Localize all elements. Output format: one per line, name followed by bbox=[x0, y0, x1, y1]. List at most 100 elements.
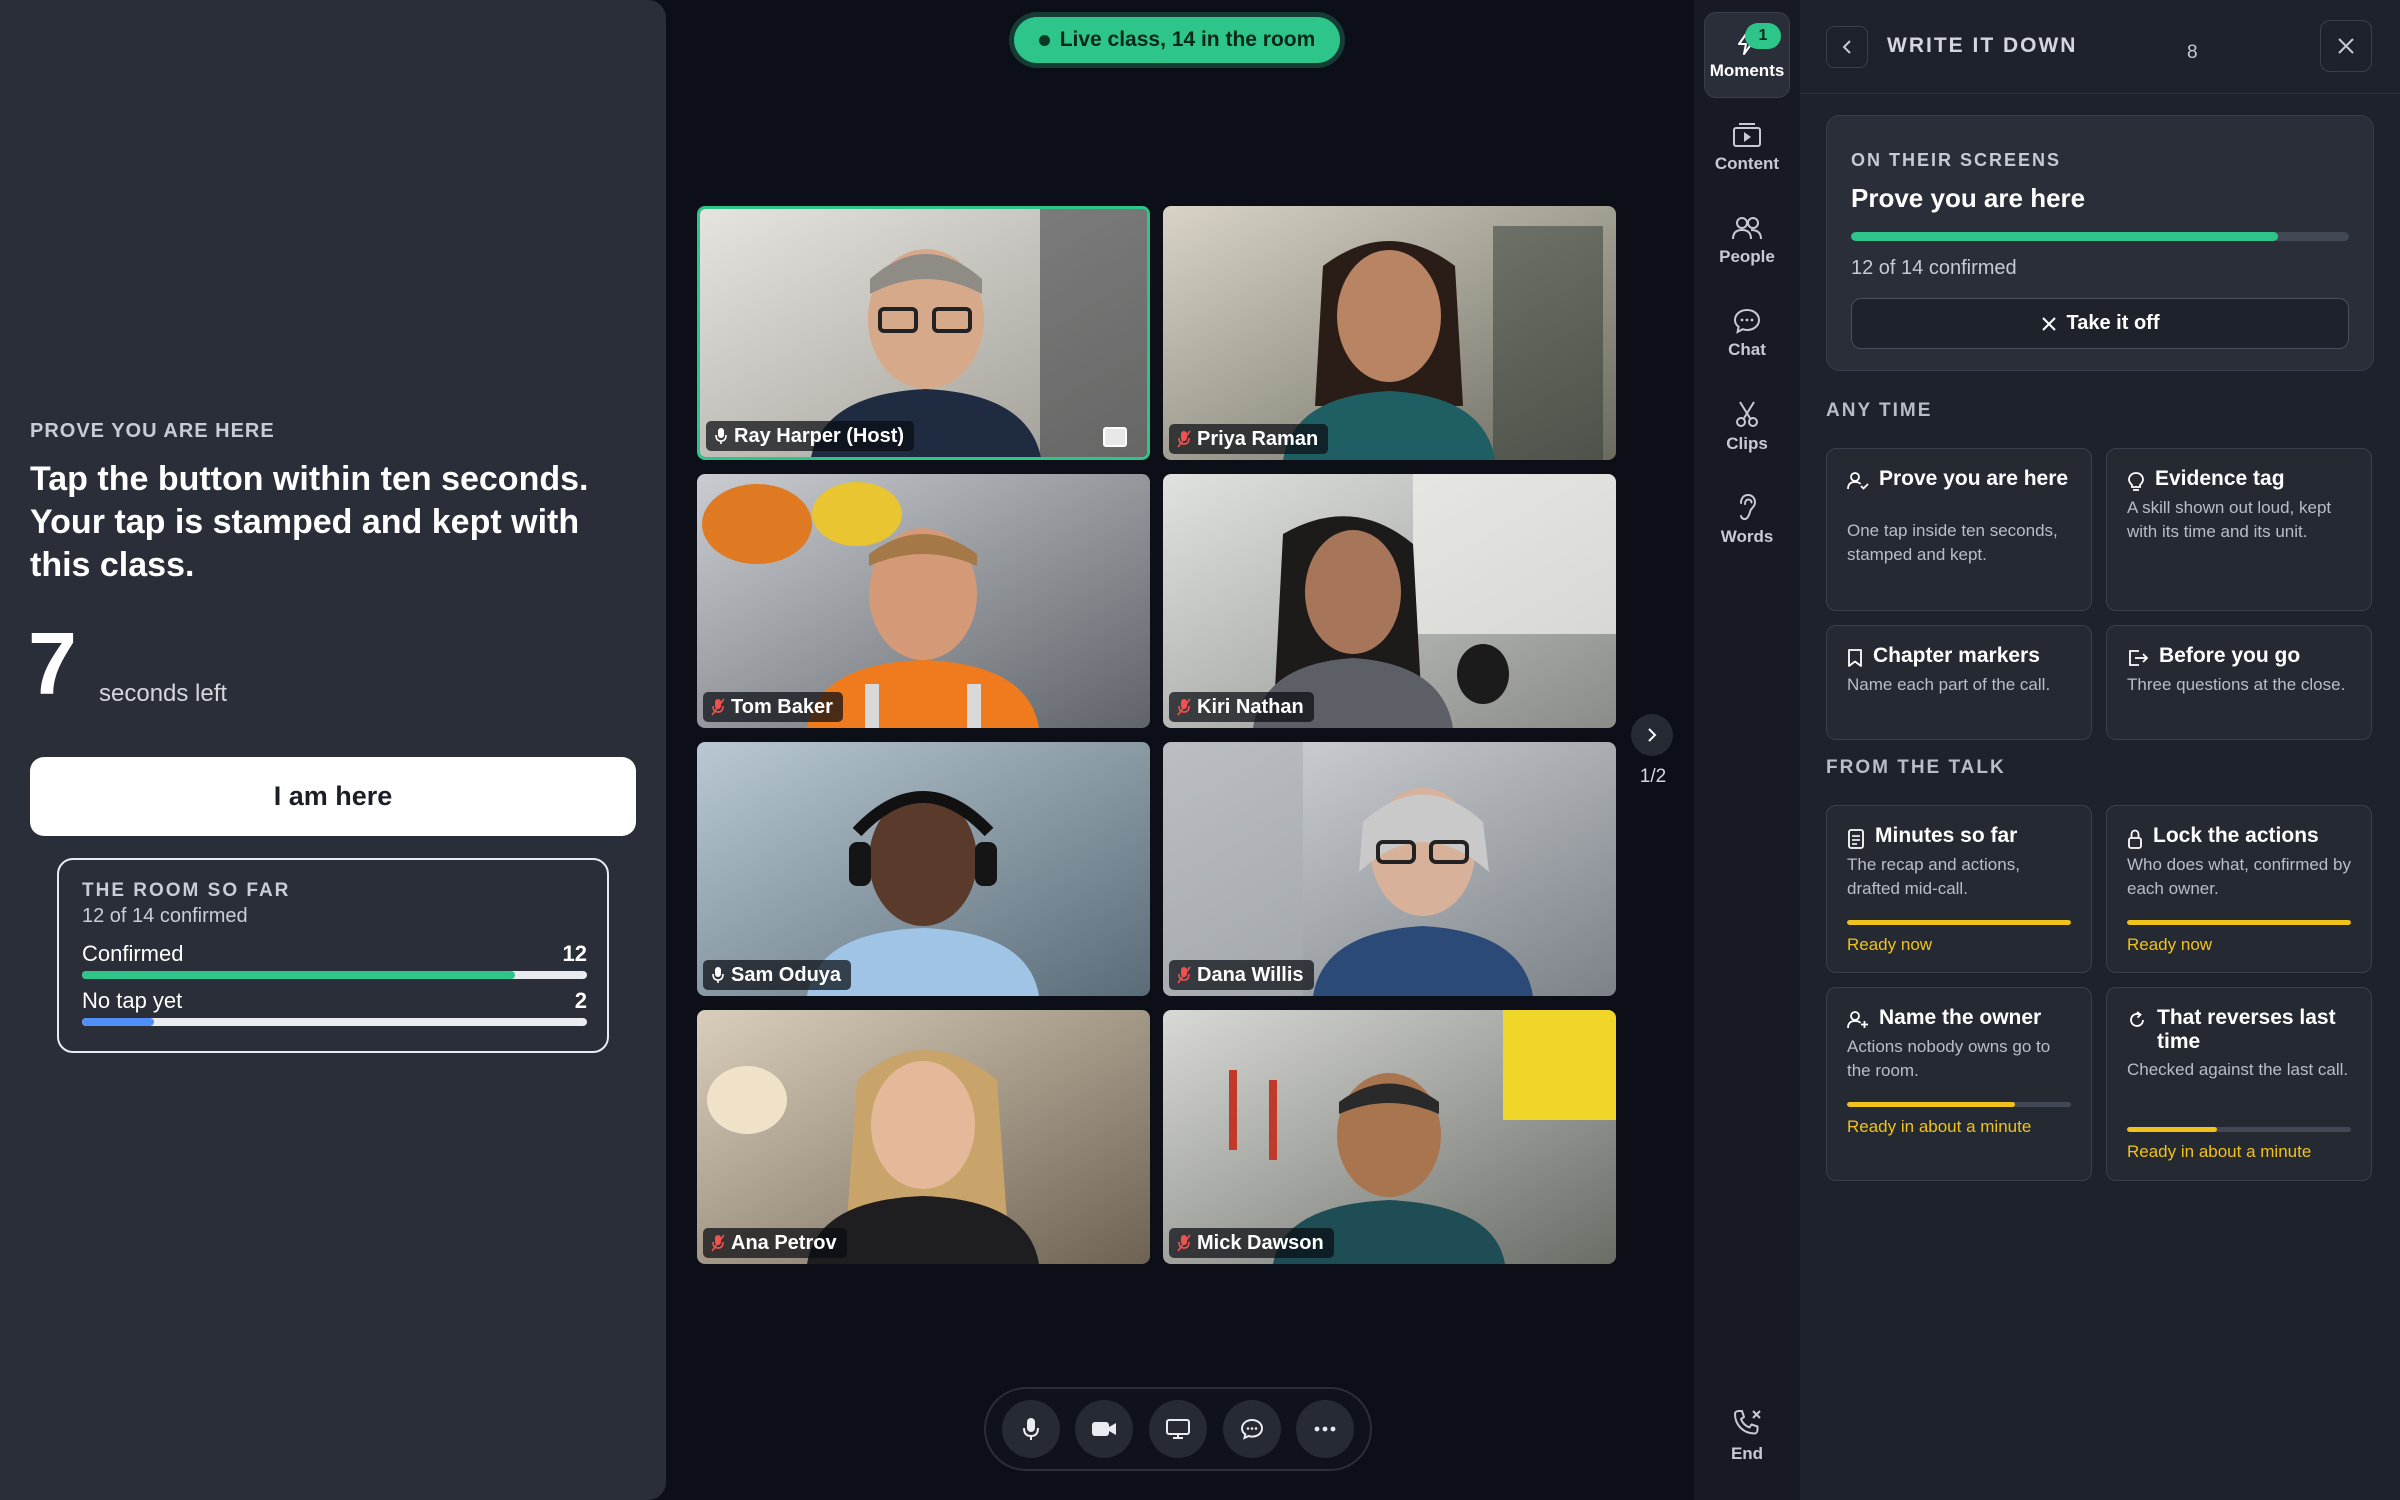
participant-video bbox=[697, 1010, 1150, 1264]
panel-count: 8 bbox=[2187, 42, 2198, 63]
mic-muted-icon bbox=[1177, 430, 1191, 448]
participant-video bbox=[1163, 474, 1616, 728]
moment-card-before-you-go[interactable]: Before you go Three questions at the clo… bbox=[2106, 625, 2372, 740]
moment-card-desc: The recap and actions, drafted mid-call. bbox=[1847, 855, 2020, 898]
participant-video bbox=[1163, 1010, 1616, 1264]
take-it-off-label: Take it off bbox=[2066, 312, 2160, 334]
on-screens-progress-fill bbox=[1851, 232, 2278, 241]
moment-card-progress bbox=[1847, 920, 2071, 925]
moments-badge: 1 bbox=[1745, 23, 1781, 49]
moment-card-minutes-so-far[interactable]: Minutes so far The recap and actions, dr… bbox=[1826, 805, 2092, 973]
chat-button[interactable] bbox=[1222, 1400, 1281, 1458]
prompt-panel: PROVE YOU ARE HERE Tap the button within… bbox=[0, 0, 666, 1500]
more-button[interactable] bbox=[1296, 1400, 1355, 1458]
video-tile[interactable]: Priya Raman bbox=[1163, 206, 1616, 460]
participant-name: Ray Harper (Host) bbox=[734, 424, 905, 447]
prompt-eyebrow: PROVE YOU ARE HERE bbox=[30, 420, 275, 442]
moment-card-progress bbox=[2127, 1127, 2351, 1132]
countdown-label: seconds left bbox=[99, 680, 228, 707]
back-button[interactable] bbox=[1826, 26, 1868, 68]
video-tile[interactable]: Sam Oduya bbox=[697, 742, 1150, 996]
camera-button[interactable] bbox=[1075, 1400, 1134, 1458]
moment-card-head: Evidence tag bbox=[2127, 467, 2355, 493]
moment-card-desc: One tap inside ten seconds, stamped and … bbox=[1847, 521, 2058, 564]
moment-card-lock-the-actions[interactable]: Lock the actions Who does what, confirme… bbox=[2106, 805, 2372, 973]
participant-video bbox=[1163, 206, 1616, 460]
rail-item-people[interactable]: People bbox=[1704, 198, 1790, 284]
end-call-button[interactable]: End bbox=[1694, 1408, 1800, 1464]
moment-card-head: Before you go bbox=[2127, 644, 2355, 668]
rail-item-words[interactable]: Words bbox=[1704, 477, 1790, 563]
room-row-value: 12 bbox=[562, 941, 587, 966]
video-tile[interactable]: Tom Baker bbox=[697, 474, 1150, 728]
refresh-icon bbox=[2130, 1011, 2144, 1027]
participant-name-tag: Kiri Nathan bbox=[1169, 692, 1314, 722]
moment-card-progress-fill bbox=[1847, 1102, 2015, 1107]
moment-card-title: Prove you are here bbox=[1879, 467, 2069, 490]
room-row-fill bbox=[82, 971, 515, 979]
video-tile[interactable]: Kiri Nathan bbox=[1163, 474, 1616, 728]
person-check-icon bbox=[1847, 472, 1869, 490]
moment-card-progress-fill bbox=[2127, 1127, 2217, 1132]
bookmark-icon bbox=[1848, 649, 1862, 667]
ear-icon bbox=[1740, 493, 1757, 521]
chevron-left-icon bbox=[1842, 40, 1851, 54]
prompt-heading: Tap the button within ten seconds. Your … bbox=[30, 460, 589, 584]
participant-name-tag: Priya Raman bbox=[1169, 424, 1329, 454]
participant-name: Dana Willis bbox=[1197, 963, 1304, 986]
moment-card-status: Ready now bbox=[1847, 935, 1933, 954]
rail-item-label: Clips bbox=[1726, 434, 1768, 453]
moment-card-title: Before you go bbox=[2159, 644, 2301, 667]
next-page-button[interactable] bbox=[1631, 714, 1673, 756]
rail-item-content[interactable]: Content bbox=[1704, 105, 1790, 191]
rail-item-clips[interactable]: Clips bbox=[1704, 384, 1790, 470]
mic-muted-icon bbox=[1177, 1234, 1191, 1252]
room-row-label: Confirmed bbox=[82, 941, 184, 966]
room-summary-subtitle: 12 of 14 confirmed bbox=[82, 905, 248, 927]
moment-card-that-reverses-last-time[interactable]: That reverses last time Checked against … bbox=[2106, 987, 2372, 1181]
people-icon bbox=[1732, 217, 1762, 240]
moment-card-desc: Three questions at the close. bbox=[2127, 675, 2346, 694]
live-status-text: Live class, 14 in the room bbox=[1059, 28, 1316, 51]
phone-end-icon bbox=[1734, 1410, 1761, 1435]
rail-item-moments[interactable]: 1 Moments bbox=[1704, 12, 1790, 98]
close-icon bbox=[2041, 316, 2056, 331]
chevron-right-icon bbox=[1648, 728, 1657, 742]
scissors-icon bbox=[1736, 401, 1758, 427]
participant-name: Sam Oduya bbox=[731, 963, 842, 986]
mic-on-icon bbox=[712, 967, 724, 983]
take-it-off-button[interactable]: Take it off bbox=[1851, 298, 2349, 349]
moment-card-status: Ready now bbox=[2127, 935, 2213, 954]
participant-video bbox=[1163, 742, 1616, 996]
video-tile[interactable]: Dana Willis bbox=[1163, 742, 1616, 996]
moment-card-title: Minutes so far bbox=[1875, 824, 2018, 847]
participant-name-tag: Dana Willis bbox=[1169, 960, 1314, 990]
moment-card-head: That reverses last time bbox=[2127, 1006, 2355, 1054]
participant-name: Mick Dawson bbox=[1197, 1231, 1324, 1254]
mic-muted-icon bbox=[1177, 966, 1191, 984]
moment-card-name-the-owner[interactable]: Name the owner Actions nobody owns go to… bbox=[1826, 987, 2092, 1181]
panel-header: WRITE IT DOWN 8 bbox=[1800, 0, 2400, 94]
share-screen-button[interactable] bbox=[1148, 1400, 1207, 1458]
video-tile[interactable]: Ana Petrov bbox=[697, 1010, 1150, 1264]
rail-item-label: Words bbox=[1720, 527, 1774, 546]
room-summary-card: THE ROOM SO FAR 12 of 14 confirmed Confi… bbox=[57, 858, 609, 1053]
moment-card-chapter-markers[interactable]: Chapter markers Name each part of the ca… bbox=[1826, 625, 2092, 740]
video-camera-icon bbox=[1092, 1422, 1117, 1436]
on-screens-subtitle: 12 of 14 confirmed bbox=[1851, 257, 2017, 279]
moment-card-title: Evidence tag bbox=[2155, 467, 2285, 490]
i-am-here-button[interactable]: I am here bbox=[30, 757, 636, 836]
participant-name: Kiri Nathan bbox=[1197, 695, 1304, 718]
mic-muted-icon bbox=[711, 698, 725, 716]
moment-card-prove-you-are-here[interactable]: Prove you are here One tap inside ten se… bbox=[1826, 448, 2092, 611]
participant-video bbox=[697, 474, 1150, 728]
video-tile[interactable]: Mick Dawson bbox=[1163, 1010, 1616, 1264]
room-row-fill bbox=[82, 1018, 155, 1026]
mic-button[interactable] bbox=[1001, 1400, 1060, 1458]
moment-card-progress bbox=[1847, 1102, 2071, 1107]
close-button[interactable] bbox=[2320, 20, 2372, 72]
participant-video bbox=[697, 742, 1150, 996]
rail-item-chat[interactable]: Chat bbox=[1704, 291, 1790, 377]
video-tile-host[interactable]: Ray Harper (Host) bbox=[697, 206, 1150, 460]
moment-card-evidence-tag[interactable]: Evidence tag A skill shown out loud, kep… bbox=[2106, 448, 2372, 611]
